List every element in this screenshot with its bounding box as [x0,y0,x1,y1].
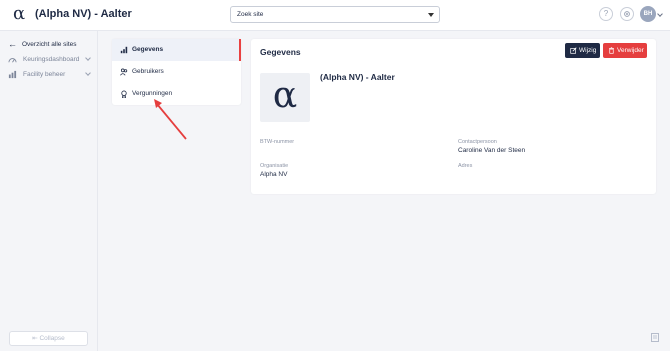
sidebar-item-keuringsdashboard[interactable]: Keuringsdashboard [8,54,94,66]
sidebar: ← Overzicht alle sites Keuringsdashboard … [0,31,98,351]
building-icon [8,70,17,79]
user-avatar[interactable]: BH [640,6,656,22]
chevron-down-icon [428,13,434,17]
site-search-placeholder: Zoek site [237,11,264,18]
organisation-logo: α [260,73,310,122]
chevron-down-icon [85,70,91,76]
sidebar-item-label: Facility beheer [23,71,66,78]
help-icon: ? [603,9,609,18]
back-link-label: Overzicht alle sites [22,41,77,48]
settings-button[interactable] [620,7,634,21]
sidebar-item-label: Keuringsdashboard [23,56,80,63]
edit-button[interactable]: Wijzig [565,43,600,58]
users-icon [120,68,128,76]
subnav-item-label: Gebruikers [132,68,164,75]
award-icon [121,90,127,98]
subnav-item-label: Gegevens [132,46,164,53]
gear-icon [624,11,630,17]
trash-icon [609,47,614,54]
help-button[interactable]: ? [599,7,613,21]
company-logo[interactable]: α [13,4,25,24]
chevron-down-icon [85,55,91,61]
organisation-label: Organisatie [260,163,289,169]
contact-value: Caroline Van der Steen [458,147,526,154]
chart-icon [120,46,128,54]
organisation-value: Alpha NV [260,171,288,178]
annotation-arrow [154,99,187,140]
delete-button[interactable]: Verwijder [603,43,647,58]
edit-icon [570,47,577,54]
sidebar-item-facility-beheer[interactable]: Facility beheer [8,69,94,81]
edit-button-label: Wijzig [579,47,597,54]
organisation-display-name: (Alpha NV) - Aalter [320,72,395,82]
btw-label: BTW-nummer [260,139,295,145]
avatar-chevron-icon[interactable] [657,11,663,17]
subnav-item-gegevens[interactable]: Gegevens [112,39,241,61]
collapse-label: Collapse [39,335,65,342]
dashboard-icon [8,58,17,63]
back-to-sites-link[interactable]: ← Overzicht alle sites [8,39,77,49]
card-title: Gegevens [260,47,301,57]
page-title: (Alpha NV) - Aalter [35,8,132,20]
address-label: Adres [458,163,473,169]
collapse-button[interactable]: ⇤ Collapse [9,331,88,346]
details-card: Gegevens Wijzig Verwijder α (Alpha NV) -… [251,39,656,194]
subnav-item-gebruikers[interactable]: Gebruikers [112,61,241,83]
delete-button-label: Verwijder [617,47,644,54]
document-icon[interactable] [651,333,659,342]
contact-label: Contactpersoon [458,139,497,145]
arrow-left-icon: ← [8,39,17,49]
top-header: α (Alpha NV) - Aalter Zoek site ? BH [0,0,670,31]
site-search-select[interactable]: Zoek site [230,6,440,23]
